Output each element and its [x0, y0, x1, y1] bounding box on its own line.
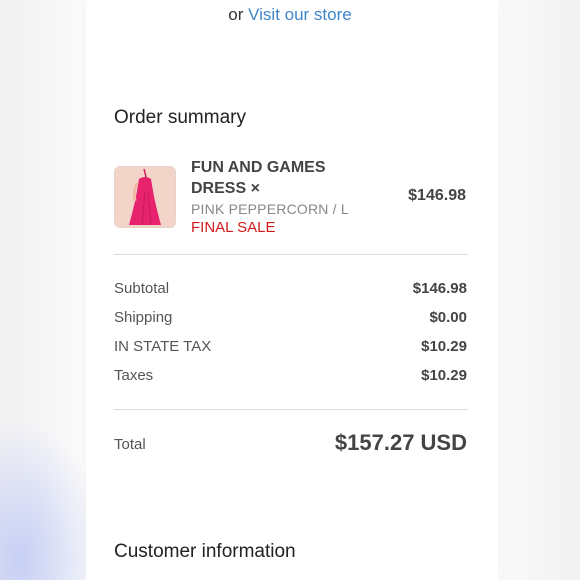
subtotal-value: $146.98 — [412, 280, 467, 297]
product-price: $146.98 — [408, 187, 466, 204]
divider — [114, 254, 468, 255]
shipping-label: Shipping — [114, 309, 173, 326]
subtotal-label: Subtotal — [114, 280, 170, 297]
customer-information-title: Customer information — [114, 541, 296, 562]
total-label: Total — [114, 436, 146, 453]
taxes-value: $10.29 — [421, 367, 467, 384]
in-state-tax-value: $10.29 — [421, 338, 467, 355]
order-summary-title: Order summary — [114, 107, 246, 128]
pink-dress-icon — [115, 167, 175, 227]
final-sale-label: FINAL SALE — [191, 219, 276, 236]
product-name[interactable]: FUN AND GAMES DRESS × — [191, 157, 371, 199]
total-value: $157.27 USD — [334, 430, 467, 455]
shipping-value: $0.00 — [429, 309, 467, 326]
visit-store-link[interactable]: Visit our store — [248, 5, 352, 24]
in-state-tax-label: IN STATE TAX — [114, 338, 212, 355]
product-variant: PINK PEPPERCORN / L — [191, 201, 349, 217]
store-link-line: or Visit our store — [0, 5, 580, 25]
product-thumbnail[interactable] — [114, 166, 176, 228]
store-prefix: or — [228, 5, 244, 24]
divider — [114, 409, 468, 410]
taxes-label: Taxes — [114, 367, 154, 384]
